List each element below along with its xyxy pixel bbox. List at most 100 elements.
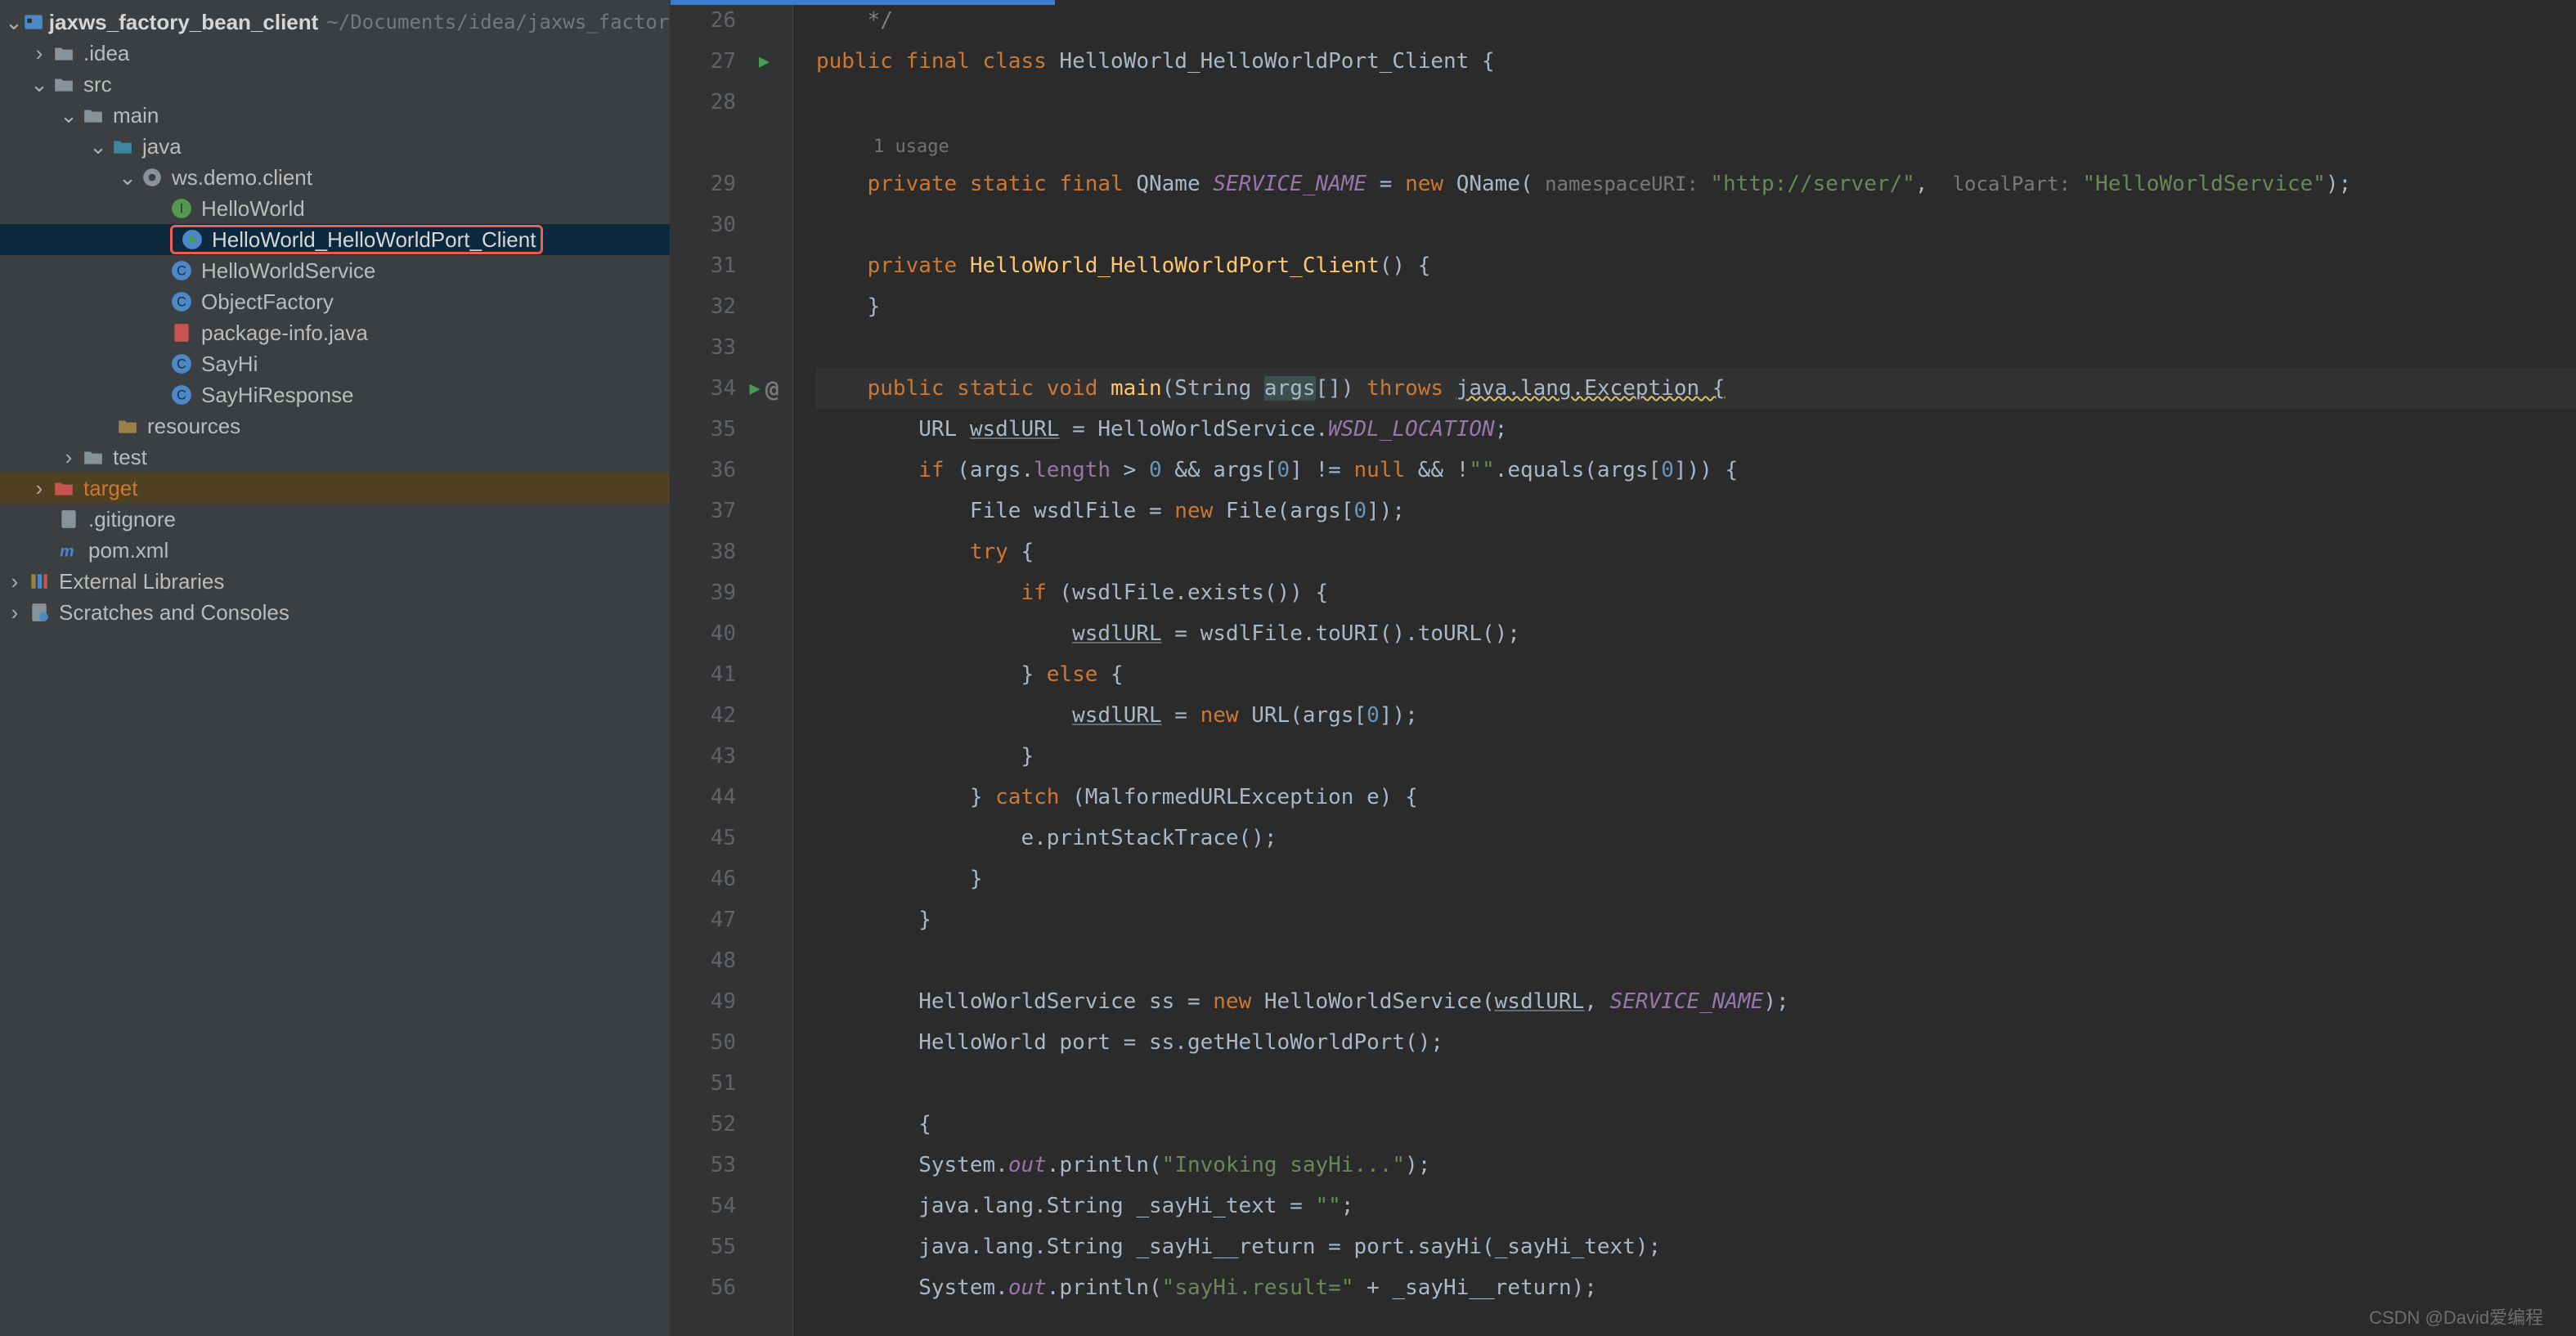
node-label: External Libraries xyxy=(59,569,224,594)
line-number: 32 xyxy=(671,294,736,319)
folder-test[interactable]: test xyxy=(0,442,670,473)
code-line: wsdlURL = new URL(args[0]); xyxy=(816,695,2576,736)
line-number: 43 xyxy=(671,744,736,769)
svg-text:I: I xyxy=(180,201,184,216)
file-helloworldservice[interactable]: C HelloWorldService xyxy=(0,255,670,286)
source-folder-icon xyxy=(108,136,137,157)
file-gitignore[interactable]: .gitignore xyxy=(0,504,670,535)
file-packageinfo[interactable]: package-info.java xyxy=(0,317,670,348)
file-label: HelloWorld xyxy=(201,196,305,222)
line-number: 35 xyxy=(671,417,736,442)
line-number: 53 xyxy=(671,1153,736,1177)
line-number: 46 xyxy=(671,867,736,891)
line-number: 33 xyxy=(671,335,736,360)
chevron-down-icon[interactable] xyxy=(59,103,79,128)
project-root[interactable]: jaxws_factory_bean_client ~/Documents/id… xyxy=(0,7,670,38)
code-line: } catch (MalformedURLException e) { xyxy=(816,777,2576,818)
code-line: } xyxy=(816,736,2576,777)
folder-icon xyxy=(79,105,108,126)
line-number: 51 xyxy=(671,1071,736,1096)
project-name: jaxws_factory_bean_client xyxy=(49,10,319,35)
line-number: 41 xyxy=(671,662,736,687)
file-sayhi[interactable]: C SayHi xyxy=(0,348,670,379)
folder-src[interactable]: src xyxy=(0,69,670,100)
line-number: 38 xyxy=(671,540,736,564)
folder-java[interactable]: java xyxy=(0,131,670,162)
code-line: wsdlURL = wsdlFile.toURI().toURL(); xyxy=(816,613,2576,654)
chevron-down-icon[interactable] xyxy=(118,165,137,191)
folder-label: target xyxy=(83,476,138,501)
file-label: package-info.java xyxy=(201,321,368,346)
chevron-right-icon[interactable] xyxy=(59,445,79,470)
usage-hint[interactable]: 1 usage xyxy=(816,123,2576,164)
line-number: 42 xyxy=(671,703,736,728)
folder-label: .idea xyxy=(83,41,129,66)
class-icon: C xyxy=(167,291,196,312)
run-gutter-icon[interactable]: ▶ xyxy=(749,379,760,399)
code-line: if (wsdlFile.exists()) { xyxy=(816,572,2576,613)
line-number: 55 xyxy=(671,1235,736,1259)
line-number: 47 xyxy=(671,908,736,932)
code-line: */ xyxy=(816,0,2576,41)
code-line: HelloWorld port = ss.getHelloWorldPort()… xyxy=(816,1022,2576,1063)
svg-text:m: m xyxy=(60,543,74,561)
override-gutter-icon[interactable]: @ xyxy=(765,375,779,402)
code-line: if (args.length > 0 && args[0] != null &… xyxy=(816,450,2576,491)
code-line: System.out.println("sayHi.result=" + _sa… xyxy=(816,1267,2576,1308)
code-line xyxy=(816,940,2576,981)
file-helloworld[interactable]: I HelloWorld xyxy=(0,193,670,224)
line-number: 50 xyxy=(671,1030,736,1055)
file-pom[interactable]: m pom.xml xyxy=(0,535,670,566)
chevron-down-icon[interactable] xyxy=(88,134,108,159)
svg-text:C: C xyxy=(177,388,186,402)
code-line: java.lang.String _sayHi_text = ""; xyxy=(816,1186,2576,1226)
project-tree[interactable]: jaxws_factory_bean_client ~/Documents/id… xyxy=(0,0,671,1336)
line-number: 31 xyxy=(671,253,736,278)
line-number: 54 xyxy=(671,1194,736,1218)
chevron-right-icon[interactable] xyxy=(29,41,49,66)
file-objectfactory[interactable]: C ObjectFactory xyxy=(0,286,670,317)
file-selected[interactable]: HelloWorld_HelloWorldPort_Client xyxy=(0,224,670,255)
chevron-down-icon[interactable] xyxy=(5,10,23,35)
interface-icon: I xyxy=(167,198,196,219)
file-label: .gitignore xyxy=(88,507,176,532)
line-number: 48 xyxy=(671,948,736,973)
chevron-right-icon[interactable] xyxy=(29,476,49,501)
line-number: 30 xyxy=(671,213,736,237)
scratches[interactable]: Scratches and Consoles xyxy=(0,597,670,628)
line-number: 26 xyxy=(671,8,736,33)
code-line xyxy=(816,327,2576,368)
code-line: try { xyxy=(816,531,2576,572)
folder-resources[interactable]: resources xyxy=(0,410,670,442)
chevron-right-icon[interactable] xyxy=(5,569,25,594)
package-icon xyxy=(137,167,167,188)
code-line xyxy=(816,82,2576,123)
folder-target[interactable]: target xyxy=(0,473,670,504)
code-line: File wsdlFile = new File(args[0]); xyxy=(816,491,2576,531)
line-number: 37 xyxy=(671,499,736,523)
line-number: 34 xyxy=(671,376,736,401)
chevron-down-icon[interactable] xyxy=(29,72,49,97)
code-line xyxy=(816,1063,2576,1104)
external-libraries[interactable]: External Libraries xyxy=(0,566,670,597)
editor-gutter[interactable]: 26 27▶ 28 29 30 31 32 33 34▶@ 35 36 37 3… xyxy=(671,0,793,1336)
class-icon: C xyxy=(167,353,196,374)
code-area[interactable]: */ public final class HelloWorld_HelloWo… xyxy=(793,0,2576,1336)
code-editor[interactable]: 26 27▶ 28 29 30 31 32 33 34▶@ 35 36 37 3… xyxy=(671,0,2576,1336)
folder-idea[interactable]: .idea xyxy=(0,38,670,69)
code-line: private static final QName SERVICE_NAME … xyxy=(816,164,2576,204)
line-number: 40 xyxy=(671,621,736,646)
folder-main[interactable]: main xyxy=(0,100,670,131)
code-line: } xyxy=(816,859,2576,899)
run-gutter-icon[interactable]: ▶ xyxy=(759,52,770,72)
file-sayhiresponse[interactable]: C SayHiResponse xyxy=(0,379,670,410)
package-node[interactable]: ws.demo.client xyxy=(0,162,670,193)
node-label: Scratches and Consoles xyxy=(59,600,289,625)
code-line: public static void main(String args[]) t… xyxy=(816,368,2576,409)
code-line: HelloWorldService ss = new HelloWorldSer… xyxy=(816,981,2576,1022)
chevron-right-icon[interactable] xyxy=(5,600,25,625)
line-number: 29 xyxy=(671,172,736,196)
code-line: { xyxy=(816,1104,2576,1145)
folder-icon xyxy=(49,43,79,64)
file-label: SayHiResponse xyxy=(201,383,353,408)
